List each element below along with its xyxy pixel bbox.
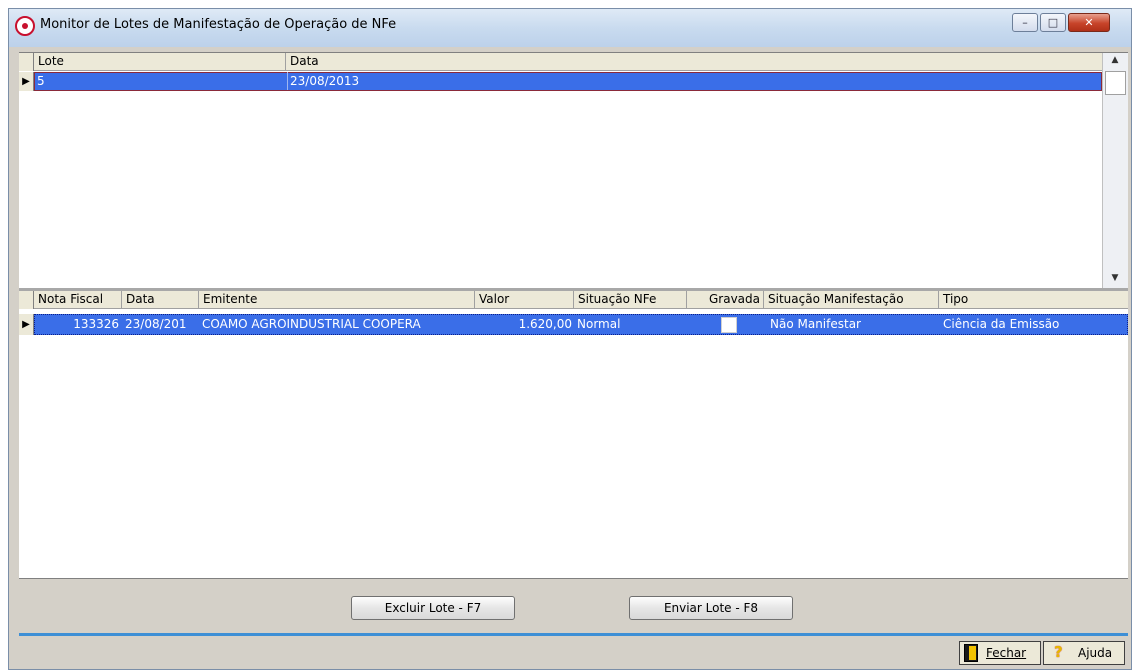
table-row[interactable]: ▶ 133326 23/08/201 COAMO AGROINDUSTRIAL … bbox=[19, 314, 1128, 335]
notas-cell-situacao-nfe: Normal bbox=[577, 317, 621, 331]
fechar-label: Fechar bbox=[986, 646, 1027, 660]
lotes-cell-lote: 5 bbox=[37, 74, 45, 88]
notas-col-situacao-nfe[interactable]: Situação NFe bbox=[574, 291, 687, 309]
notas-cell-tipo: Ciência da Emissão bbox=[943, 317, 1060, 331]
window-title: Monitor de Lotes de Manifestação de Oper… bbox=[40, 17, 397, 32]
notas-header-indicator bbox=[19, 291, 34, 309]
target-icon bbox=[15, 16, 35, 36]
notas-col-gravada[interactable]: Gravada bbox=[687, 291, 764, 309]
notas-col-data[interactable]: Data bbox=[122, 291, 199, 309]
notas-col-situacao-manifestacao[interactable]: Situação Manifestação bbox=[764, 291, 939, 309]
desktop-strip bbox=[0, 0, 1132, 8]
ajuda-label: Ajuda bbox=[1078, 646, 1113, 660]
scroll-down-icon[interactable]: ▼ bbox=[1103, 273, 1127, 283]
row-indicator-icon: ▶ bbox=[19, 314, 34, 335]
lotes-col-data[interactable]: Data bbox=[286, 53, 1102, 71]
notas-col-tipo[interactable]: Tipo bbox=[939, 291, 1128, 309]
scroll-up-icon[interactable]: ▲ bbox=[1103, 55, 1127, 65]
door-exit-icon bbox=[964, 644, 978, 662]
maximize-button[interactable]: □ bbox=[1040, 13, 1066, 32]
minimize-button[interactable]: – bbox=[1012, 13, 1038, 32]
fechar-button[interactable]: Fechar bbox=[959, 641, 1041, 665]
lotes-vertical-scrollbar[interactable]: ▲ ▼ bbox=[1102, 53, 1128, 289]
enviar-lote-button[interactable]: Enviar Lote - F8 bbox=[629, 596, 793, 620]
gravada-checkbox[interactable] bbox=[721, 317, 737, 333]
lotes-header-indicator bbox=[19, 53, 34, 71]
notas-cell-emitente: COAMO AGROINDUSTRIAL COOPERA bbox=[202, 317, 421, 331]
notas-col-emitente[interactable]: Emitente bbox=[199, 291, 475, 309]
excluir-lote-button[interactable]: Excluir Lote - F7 bbox=[351, 596, 515, 620]
row-indicator-icon: ▶ bbox=[19, 72, 34, 91]
notas-cell-situacao-manifestacao: Não Manifestar bbox=[770, 317, 861, 331]
ajuda-button[interactable]: ? Ajuda bbox=[1043, 641, 1125, 665]
lotes-col-lote[interactable]: Lote bbox=[34, 53, 286, 71]
lotes-grid-header: Lote Data bbox=[19, 53, 1102, 71]
notas-cell-valor: 1.620,00 bbox=[518, 317, 572, 331]
notas-col-nota-fiscal[interactable]: Nota Fiscal bbox=[34, 291, 122, 309]
notas-grid: Nota Fiscal Data Emitente Valor Situação… bbox=[19, 291, 1128, 578]
table-row[interactable]: ▶ 5 23/08/2013 bbox=[19, 72, 1102, 91]
close-button[interactable]: ✕ bbox=[1068, 13, 1110, 32]
scroll-thumb[interactable] bbox=[1105, 71, 1126, 95]
notas-grid-header: Nota Fiscal Data Emitente Valor Situação… bbox=[19, 291, 1128, 309]
help-question-icon: ? bbox=[1054, 643, 1063, 661]
action-panel bbox=[19, 578, 1128, 633]
notas-col-valor[interactable]: Valor bbox=[475, 291, 574, 309]
lotes-grid: Lote Data ▶ 5 23/08/2013 ▲ ▼ bbox=[19, 52, 1128, 289]
notas-cell-data: 23/08/201 bbox=[125, 317, 187, 331]
notas-cell-nota-fiscal: 133326 bbox=[73, 317, 119, 331]
lotes-cell-data: 23/08/2013 bbox=[287, 72, 587, 90]
